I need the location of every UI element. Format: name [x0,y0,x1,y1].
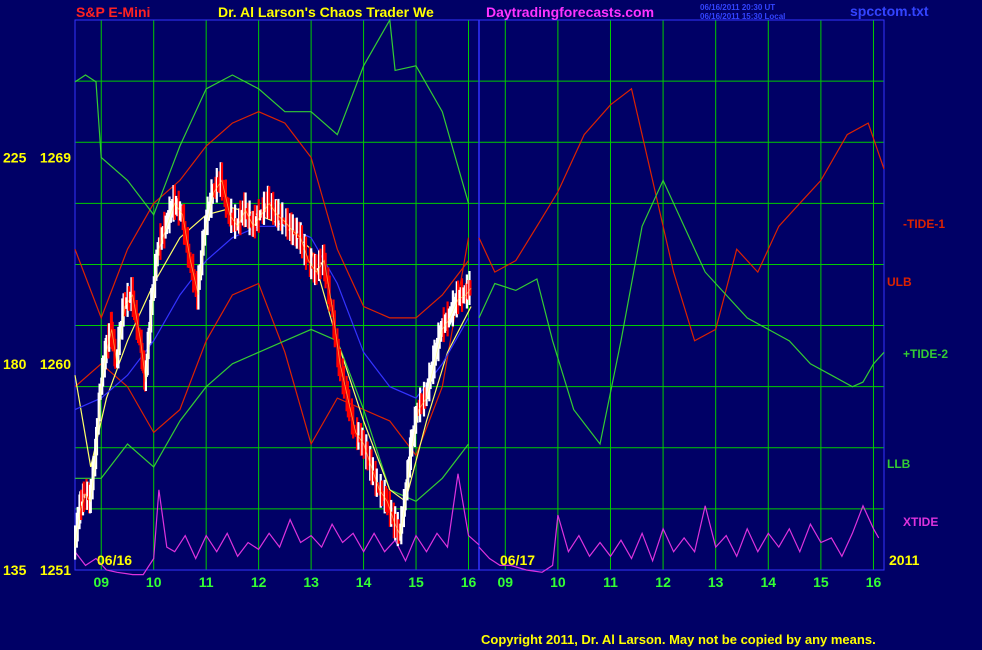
chart-background [0,0,982,650]
instrument-label: S&P E-Mini [76,4,150,20]
date-label-day2: 06/17 [500,552,535,568]
x-tick-label: 16 [866,574,882,590]
x-tick-label: 16 [461,574,477,590]
x-tick-label: 09 [93,574,109,590]
y-tick-label: 1269 [40,150,71,166]
x-tick-label: 15 [408,574,424,590]
price-bar [295,217,298,249]
x-tick-label: 10 [550,574,566,590]
x-tick-label: 11 [603,574,618,590]
x-tick-label: 11 [199,574,214,590]
legend-xtide: XTIDE [903,515,938,529]
x-tick-label: 13 [303,574,319,590]
chaos-trader-chart: 225 1269 180 1260 135 1251 09 10 11 12 13 14 15 16 09 1… [0,0,982,650]
timestamp-local: 06/16/2011 15:30 Local [700,12,785,21]
x-tick-label: 14 [760,574,776,590]
x-tick-label: 15 [813,574,829,590]
timestamp-ut: 06/16/2011 20:30 UT [700,3,775,12]
y-tick-alt: 225 [3,150,27,166]
x-tick-label: 12 [655,574,671,590]
year-label: 2011 [889,552,920,568]
x-tick-label: 09 [498,574,514,590]
x-tick-label: 10 [146,574,162,590]
date-label-day1: 06/16 [97,552,132,568]
legend-llb: LLB [887,457,911,471]
legend--tide-2: +TIDE-2 [903,347,948,361]
x-tick-label: 14 [356,574,372,590]
copyright-notice: Copyright 2011, Dr. Al Larson. May not b… [481,632,876,647]
x-tick-label: 13 [708,574,724,590]
y-tick-alt: 180 [3,356,27,372]
y-tick-label: 1260 [40,356,71,372]
legend-ulb: ULB [887,275,912,289]
chart-title: Dr. Al Larson's Chaos Trader We [218,4,434,20]
y-tick-label: 1251 [40,562,71,578]
site-link[interactable]: Daytradingforecasts.com [486,4,654,20]
x-tick-label: 12 [251,574,267,590]
legend--tide-1: -TIDE-1 [903,217,945,231]
filename-label: spcctom.txt [850,3,929,19]
price-bar [469,280,472,296]
y-tick-alt: 135 [3,562,27,578]
